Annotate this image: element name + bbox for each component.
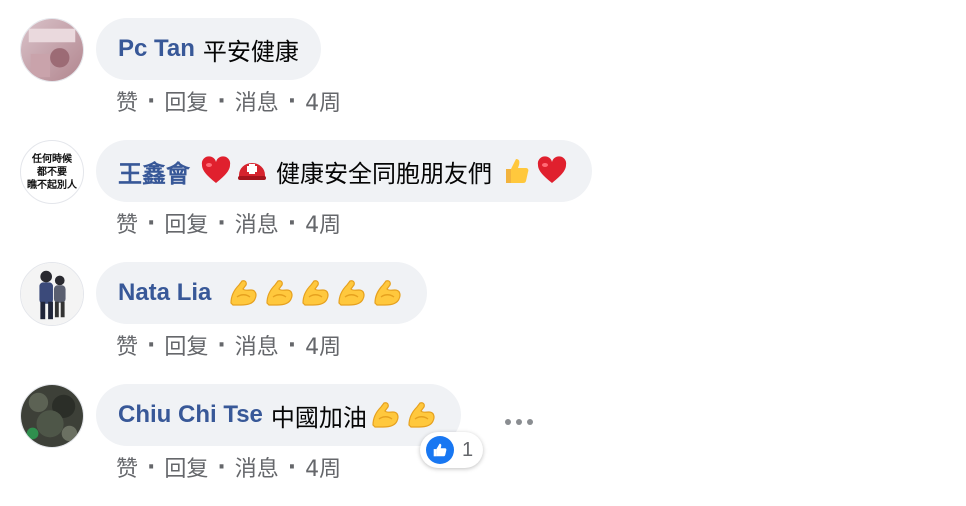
reply-link[interactable]: 回复 — [164, 207, 208, 239]
author-name-link[interactable]: 王鑫會 — [118, 154, 190, 189]
comment-actions: 赞 · 回复 · 消息 · 4周 — [116, 207, 341, 239]
avatar-text-line: 瞧不起別人 — [27, 179, 77, 191]
thumbs-up-icon — [500, 155, 532, 187]
comment-actions: 赞 · 回复 · 消息 · 4周 — [116, 85, 341, 117]
avatar-text-line: 任何時候 — [32, 153, 72, 165]
flexed-biceps-icon — [371, 277, 403, 309]
comment-actions: 赞 · 回复 · 消息 · 4周 — [116, 451, 341, 483]
avatar-text-line: 都不要 — [37, 166, 67, 178]
like-link[interactable]: 赞 — [116, 451, 138, 483]
separator-dot: · — [147, 210, 156, 236]
avatar-photo — [21, 19, 83, 81]
like-icon — [426, 436, 454, 464]
timestamp-link[interactable]: 4周 — [305, 329, 341, 361]
message-link[interactable]: 消息 — [235, 329, 279, 361]
like-link[interactable]: 赞 — [116, 85, 138, 117]
flexed-biceps-icon — [263, 277, 295, 309]
avatar-photo — [21, 263, 83, 325]
dot — [527, 419, 533, 425]
message-link[interactable]: 消息 — [235, 85, 279, 117]
timestamp-link[interactable]: 4周 — [305, 207, 341, 239]
timestamp-link[interactable]: 4周 — [305, 451, 341, 483]
timestamp-link[interactable]: 4周 — [305, 85, 341, 117]
rescue-helmet-icon — [236, 155, 268, 187]
comment-text: 中國加油 — [270, 403, 367, 432]
author-name-link[interactable]: Pc Tan — [118, 35, 195, 63]
flexed-biceps-icon — [227, 277, 259, 309]
reply-link[interactable]: 回复 — [164, 451, 208, 483]
author-name-link[interactable]: Chiu Chi Tse — [118, 401, 263, 429]
avatar-photo — [21, 385, 83, 447]
comment-bubble: 王鑫會 健康安全同胞朋友們 — [96, 140, 592, 202]
flexed-biceps-icon — [405, 399, 437, 431]
avatar[interactable] — [20, 262, 84, 326]
comment-text: 平安健康 — [202, 37, 299, 66]
avatar[interactable] — [20, 18, 84, 82]
reply-link[interactable]: 回复 — [164, 85, 208, 117]
reaction-count: 1 — [462, 438, 474, 461]
comment-bubble: Nata Lia — [96, 262, 428, 324]
like-link[interactable]: 赞 — [116, 329, 138, 361]
dot — [516, 419, 522, 425]
separator-dot: · — [287, 88, 297, 114]
red-heart-icon — [536, 155, 568, 187]
separator-dot: · — [217, 332, 226, 358]
separator-dot: · — [287, 332, 297, 358]
separator-dot: · — [147, 454, 156, 480]
dot — [505, 419, 511, 425]
emoji-group — [498, 155, 570, 187]
comment-item: Pc Tan 平安健康 赞 · 回复 · 消息 · 4周 — [0, 18, 966, 128]
emoji-group — [198, 155, 270, 187]
flexed-biceps-icon — [369, 399, 401, 431]
comment-text: 健康安全同胞朋友們 — [276, 159, 492, 188]
comment-item: 任何時候 都不要 瞧不起別人 王鑫會 健康安全同胞朋友們 赞 · 回复 · 消息… — [0, 140, 966, 250]
avatar-text-image: 任何時候 都不要 瞧不起別人 — [21, 141, 83, 203]
more-options-icon[interactable] — [505, 418, 533, 426]
red-heart-icon — [200, 155, 232, 187]
author-name-link[interactable]: Nata Lia — [118, 279, 211, 307]
like-link[interactable]: 赞 — [116, 207, 138, 239]
avatar[interactable] — [20, 384, 84, 448]
separator-dot: · — [147, 332, 156, 358]
comment-bubble: Chiu Chi Tse 中國加油 — [96, 384, 461, 446]
flexed-biceps-icon — [335, 277, 367, 309]
comment-item: Chiu Chi Tse 中國加油 赞 · 回复 · 消息 · 4周 — [0, 384, 966, 494]
message-link[interactable]: 消息 — [235, 451, 279, 483]
flexed-biceps-icon — [299, 277, 331, 309]
message-link[interactable]: 消息 — [235, 207, 279, 239]
comment-item: Nata Lia 赞 · 回复 · 消息 · 4周 — [0, 262, 966, 372]
separator-dot: · — [287, 454, 297, 480]
emoji-group — [367, 399, 439, 431]
comment-bubble: Pc Tan 平安健康 — [96, 18, 321, 80]
separator-dot: · — [217, 88, 226, 114]
comment-actions: 赞 · 回复 · 消息 · 4周 — [116, 329, 341, 361]
reply-link[interactable]: 回复 — [164, 329, 208, 361]
reaction-count-badge[interactable]: 1 — [420, 432, 484, 468]
emoji-group — [225, 277, 405, 309]
separator-dot: · — [147, 88, 156, 114]
separator-dot: · — [217, 210, 226, 236]
separator-dot: · — [287, 210, 297, 236]
avatar[interactable]: 任何時候 都不要 瞧不起別人 — [20, 140, 84, 204]
separator-dot: · — [217, 454, 226, 480]
